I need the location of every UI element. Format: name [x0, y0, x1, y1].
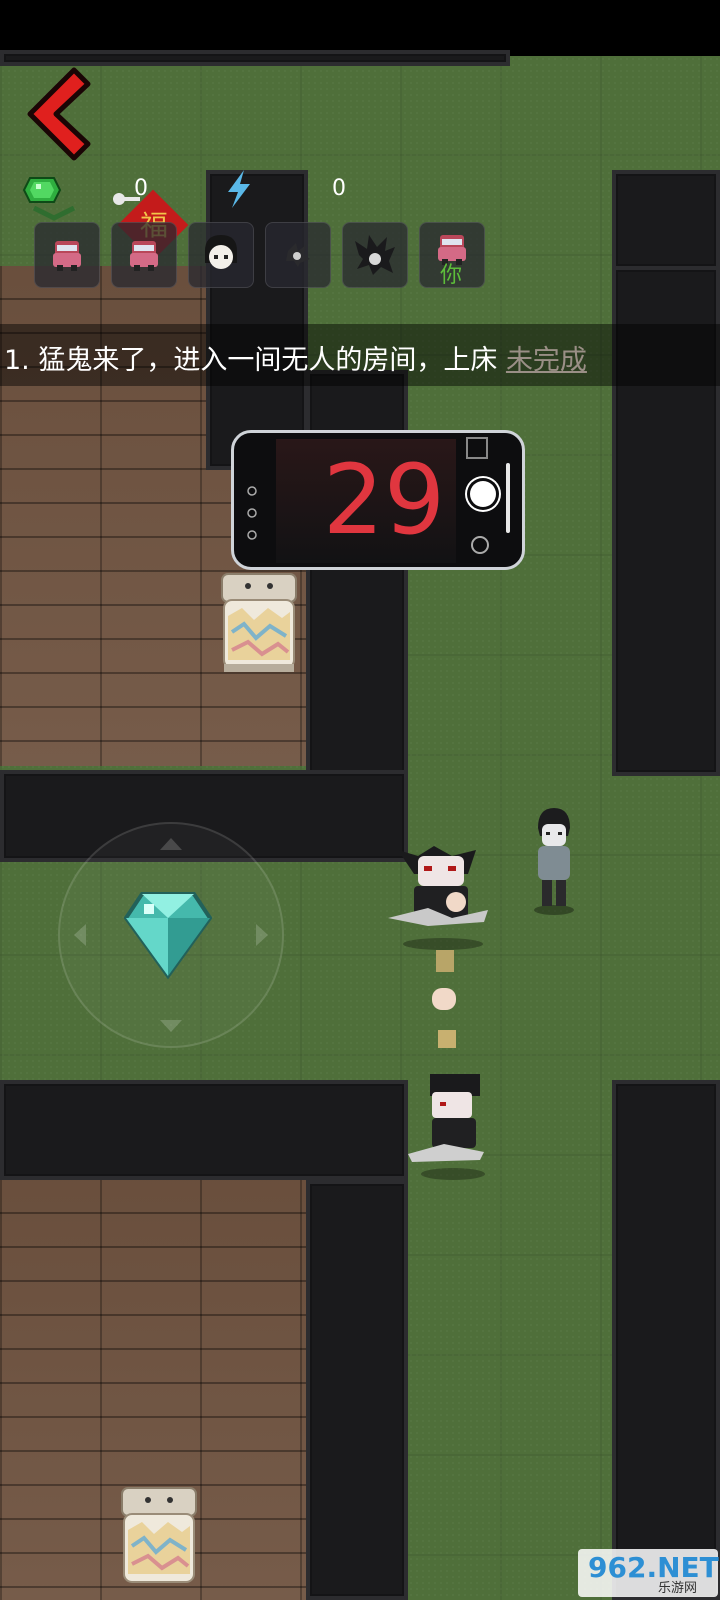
shutter-button[interactable] [470, 481, 496, 507]
quest-line[interactable]: 1. 猛鬼来了，进入一间无人的房间，上床 未完成 [4, 338, 587, 377]
switch-camera-icon[interactable] [468, 533, 492, 557]
energy-count: 0 [332, 176, 346, 201]
player-character [534, 808, 574, 915]
car-icon [130, 241, 158, 271]
wall-top [0, 50, 510, 66]
quest-status[interactable]: 未完成 [506, 345, 587, 376]
bed-lower[interactable] [118, 1486, 200, 1590]
wall-upper-inner [206, 170, 308, 470]
car-icon [53, 241, 81, 271]
virtual-joystick[interactable] [58, 822, 284, 1048]
wall-horizontal-lower [0, 1080, 408, 1180]
watermark-logo: 962.NET 乐游网 [578, 1549, 719, 1597]
shadow-creature-icon [286, 243, 310, 267]
you-label: 你 [440, 263, 463, 288]
back-arrow-icon[interactable] [22, 66, 94, 162]
watermark-subtext: 乐游网 [658, 1581, 698, 1596]
gallery-thumb[interactable] [466, 437, 488, 459]
item-slot-5[interactable] [342, 222, 408, 288]
wall-right-lower [612, 1080, 720, 1600]
joystick-arrows-icon [74, 838, 268, 1032]
wall-right-top [612, 170, 720, 270]
item-slot-2[interactable] [111, 222, 177, 288]
watermark-text: 962.NET [588, 1551, 719, 1584]
girl-face-icon [205, 235, 237, 269]
green-chevron-icon [32, 206, 76, 221]
phone-camera-widget[interactable]: 29 [231, 430, 525, 570]
spiky-creature-icon [355, 235, 395, 275]
quest-text: 1. 猛鬼来了，进入一间无人的房间，上床 [4, 345, 498, 376]
bed-upper[interactable] [218, 572, 300, 676]
emerald-gem-icon [22, 177, 62, 203]
wall-center-lower [306, 1180, 408, 1600]
countdown-timer: 29 [322, 444, 446, 556]
camera-controls-icon [247, 486, 257, 540]
lightning-icon [228, 170, 250, 208]
item-slot-3[interactable] [188, 222, 254, 288]
phone-side-bar [506, 463, 510, 533]
top-bar [0, 0, 720, 56]
ghost-group [388, 846, 488, 1180]
item-slot-1[interactable] [34, 222, 100, 288]
item-slot-4[interactable] [265, 222, 331, 288]
item-slot-6[interactable]: 你 [419, 222, 485, 288]
